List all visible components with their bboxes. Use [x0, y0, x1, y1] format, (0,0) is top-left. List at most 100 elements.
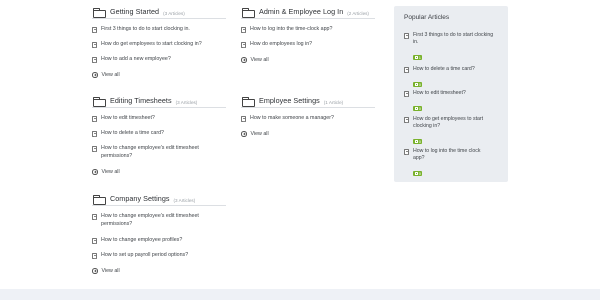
- view-all-label[interactable]: View all: [102, 72, 120, 78]
- document-icon: [241, 27, 246, 34]
- category-title[interactable]: Employee Settings: [259, 96, 320, 105]
- folder-icon: [242, 97, 255, 107]
- popular-article-title[interactable]: How do get employees to start clocking i…: [413, 116, 493, 130]
- folder-icon: [242, 8, 255, 18]
- vote-badge: 1: [413, 54, 423, 61]
- popular-articles-panel: Popular Articles First 3 things to do to…: [394, 6, 508, 182]
- view-all-link[interactable]: View all: [241, 57, 269, 63]
- article-link[interactable]: How to log into the time-clock app?: [241, 26, 332, 34]
- category-title[interactable]: Company Settings: [110, 194, 170, 203]
- popular-article-title[interactable]: How to delete a time card?: [413, 66, 498, 73]
- view-all-label[interactable]: View all: [251, 57, 269, 63]
- category-header[interactable]: Getting Started (3 Articles): [92, 4, 226, 19]
- article-title[interactable]: How to change employee's edit timesheet …: [101, 213, 212, 228]
- document-icon: [92, 238, 97, 245]
- category-getting-started: Getting Started (3 Articles) First 3 thi…: [92, 4, 226, 78]
- arrow-circle-icon: [241, 57, 247, 63]
- article-link[interactable]: How to change employee's edit timesheet …: [92, 213, 212, 228]
- category-editing-timesheets: Editing Timesheets (3 Articles) How to e…: [92, 93, 226, 175]
- vote-badge: 0: [413, 105, 423, 112]
- view-all-link[interactable]: View all: [92, 72, 120, 78]
- article-link[interactable]: How to make someone a manager?: [241, 115, 334, 123]
- popular-article[interactable]: How to edit timesheet? 0: [404, 90, 498, 115]
- category-title[interactable]: Getting Started: [110, 7, 159, 16]
- article-title[interactable]: How to change employee's edit timesheet …: [101, 145, 212, 160]
- document-icon: [92, 146, 97, 153]
- thumbs-up-icon: [414, 140, 418, 143]
- category-header[interactable]: Company Settings (3 Articles): [92, 191, 226, 206]
- document-icon: [404, 67, 409, 74]
- category-admin-employee-login: Admin & Employee Log In (2 Articles) How…: [241, 4, 375, 63]
- article-title[interactable]: How to make someone a manager?: [250, 115, 334, 123]
- article-title[interactable]: How to change employee profiles?: [101, 237, 182, 245]
- article-count: (2 Articles): [347, 10, 369, 16]
- popular-article[interactable]: First 3 things to do to start clocking i…: [404, 32, 498, 64]
- document-icon: [92, 131, 97, 138]
- footer-band: [0, 289, 600, 300]
- article-title[interactable]: How to set up payroll period options?: [101, 252, 188, 260]
- popular-article[interactable]: How to log into the time clock app? 0: [404, 148, 493, 180]
- article-title[interactable]: First 3 things to do to start clocking i…: [101, 26, 190, 34]
- category-title[interactable]: Admin & Employee Log In: [259, 7, 343, 16]
- article-title[interactable]: How to delete a time card?: [101, 130, 164, 138]
- category-title[interactable]: Editing Timesheets: [110, 96, 172, 105]
- vote-badge: 0: [413, 81, 423, 88]
- view-all-label[interactable]: View all: [251, 131, 269, 137]
- category-company-settings: Company Settings (3 Articles) How to cha…: [92, 191, 226, 274]
- article-title[interactable]: How do get employees to start clocking i…: [101, 41, 202, 49]
- popular-article-title[interactable]: How to edit timesheet?: [413, 90, 498, 97]
- article-link[interactable]: How to change employee's edit timesheet …: [92, 145, 212, 160]
- article-title[interactable]: How to add a new employee?: [101, 56, 171, 64]
- article-link[interactable]: How to delete a time card?: [92, 130, 164, 138]
- vote-badge: 0: [413, 138, 423, 145]
- article-link[interactable]: How to add a new employee?: [92, 56, 171, 64]
- document-icon: [404, 149, 409, 156]
- popular-article-title[interactable]: How to log into the time clock app?: [413, 148, 493, 162]
- thumbs-up-icon: [414, 83, 418, 86]
- popular-article[interactable]: How to delete a time card? 0: [404, 66, 498, 91]
- article-link[interactable]: How do get employees to start clocking i…: [92, 41, 202, 49]
- thumbs-up-icon: [414, 107, 418, 110]
- document-icon: [404, 91, 409, 98]
- vote-count: 0: [418, 171, 421, 176]
- category-employee-settings: Employee Settings (1 Article) How to mak…: [241, 93, 375, 137]
- document-icon: [241, 42, 246, 49]
- view-all-link[interactable]: View all: [92, 268, 120, 274]
- category-header[interactable]: Editing Timesheets (3 Articles): [92, 93, 226, 108]
- view-all-label[interactable]: View all: [102, 268, 120, 274]
- article-count: (1 Article): [323, 99, 344, 105]
- folder-icon: [93, 195, 106, 205]
- article-count: (3 Articles): [163, 10, 185, 16]
- vote-count: 0: [418, 106, 421, 111]
- article-link[interactable]: How do employees log in?: [241, 41, 312, 49]
- popular-article[interactable]: How do get employees to start clocking i…: [404, 116, 493, 148]
- popular-article-title[interactable]: First 3 things to do to start clocking i…: [413, 32, 498, 46]
- thumbs-up-icon: [414, 56, 418, 59]
- view-all-link[interactable]: View all: [241, 131, 269, 137]
- article-link[interactable]: How to set up payroll period options?: [92, 252, 188, 260]
- vote-count: 0: [418, 82, 421, 87]
- document-icon: [92, 253, 97, 260]
- document-icon: [404, 117, 409, 124]
- document-icon: [92, 57, 97, 64]
- document-icon: [92, 116, 97, 123]
- document-icon: [404, 33, 409, 40]
- article-link[interactable]: How to change employee profiles?: [92, 237, 182, 245]
- view-all-link[interactable]: View all: [92, 169, 120, 175]
- document-icon: [92, 27, 97, 34]
- vote-count: 1: [418, 55, 421, 60]
- article-count: (3 Articles): [173, 197, 196, 203]
- article-link[interactable]: First 3 things to do to start clocking i…: [92, 26, 190, 34]
- article-title[interactable]: How to edit timesheet?: [101, 115, 155, 123]
- article-title[interactable]: How to log into the time-clock app?: [250, 26, 332, 34]
- article-link[interactable]: How to edit timesheet?: [92, 115, 155, 123]
- arrow-circle-icon: [92, 72, 98, 78]
- document-icon: [241, 116, 246, 123]
- view-all-label[interactable]: View all: [102, 169, 120, 175]
- document-icon: [92, 42, 97, 49]
- vote-count: 0: [418, 139, 421, 144]
- folder-icon: [93, 8, 106, 18]
- category-header[interactable]: Admin & Employee Log In (2 Articles): [241, 4, 375, 19]
- article-title[interactable]: How do employees log in?: [250, 41, 312, 49]
- category-header[interactable]: Employee Settings (1 Article): [241, 93, 375, 108]
